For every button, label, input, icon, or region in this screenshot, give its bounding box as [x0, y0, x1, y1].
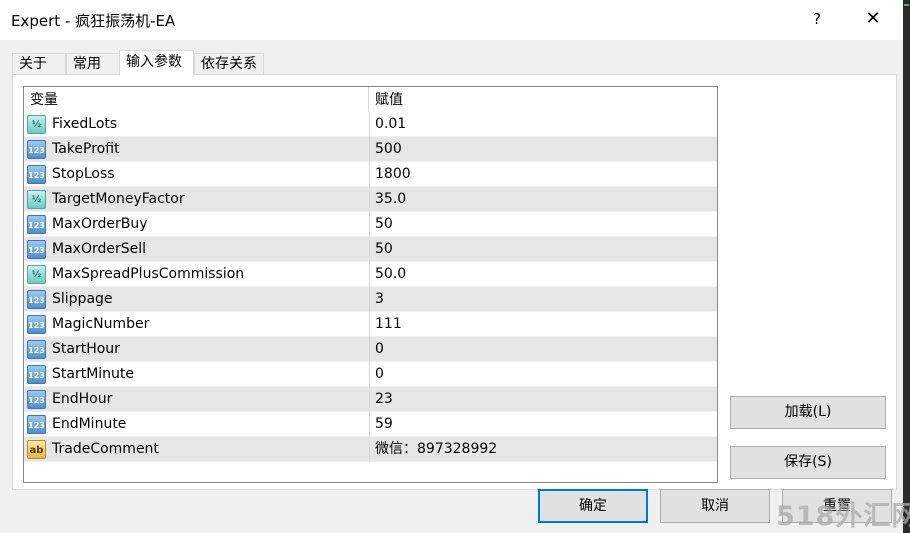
- variable-name: MagicNumber: [52, 316, 150, 332]
- integer-type-icon: 123: [27, 315, 46, 334]
- integer-type-icon: 123: [27, 390, 46, 409]
- integer-type-icon: 123: [27, 290, 46, 309]
- table-row[interactable]: 123 StartMinute 0: [24, 362, 717, 387]
- table-row[interactable]: ½ TargetMoneyFactor 35.0: [24, 187, 717, 212]
- variable-name: TakeProfit: [52, 141, 120, 157]
- load-button[interactable]: 加载(L): [730, 396, 886, 429]
- variable-value[interactable]: 0: [375, 337, 715, 362]
- table-row[interactable]: 123 StopLoss 1800: [24, 162, 717, 187]
- variable-name: FixedLots: [52, 116, 118, 132]
- column-divider: [369, 212, 370, 237]
- integer-type-icon: 123: [27, 215, 46, 234]
- variable-value[interactable]: 500: [375, 137, 715, 162]
- table-row[interactable]: ab TradeComment 微信：897328992: [24, 437, 717, 462]
- tab-about[interactable]: 关于: [12, 53, 66, 75]
- integer-type-icon: 123: [27, 240, 46, 259]
- double-type-icon: ½: [27, 115, 46, 134]
- column-divider: [369, 362, 370, 387]
- column-divider: [369, 387, 370, 412]
- column-divider: [369, 287, 370, 312]
- variable-value[interactable]: 1800: [375, 162, 715, 187]
- variable-name: MaxOrderBuy: [52, 216, 148, 232]
- window-title: Expert - 疯狂振荡机-EA: [11, 12, 176, 30]
- table-row[interactable]: ½ MaxSpreadPlusCommission 50.0: [24, 262, 717, 287]
- variable-value[interactable]: 111: [375, 312, 715, 337]
- variable-value[interactable]: 35.0: [375, 187, 715, 212]
- integer-type-icon: 123: [27, 340, 46, 359]
- table-row[interactable]: 123 MagicNumber 111: [24, 312, 717, 337]
- column-divider: [369, 162, 370, 187]
- table-row[interactable]: 123 MaxOrderSell 50: [24, 237, 717, 262]
- table-row[interactable]: 123 TakeProfit 500: [24, 137, 717, 162]
- variable-name: StartHour: [52, 341, 120, 357]
- save-button[interactable]: 保存(S): [730, 446, 886, 479]
- cancel-button[interactable]: 取消: [660, 489, 770, 523]
- variable-name: Slippage: [52, 291, 113, 307]
- variable-value[interactable]: 0: [375, 362, 715, 387]
- table-row[interactable]: 123 Slippage 3: [24, 287, 717, 312]
- watermark-logo: 518外汇网: [776, 501, 910, 532]
- variable-value[interactable]: 微信：897328992: [375, 437, 715, 462]
- background-window-edge: [903, 0, 910, 533]
- table-row[interactable]: 123 EndHour 23: [24, 387, 717, 412]
- variable-name: TradeComment: [52, 441, 159, 457]
- table-row[interactable]: 123 EndMinute 59: [24, 412, 717, 437]
- integer-type-icon: 123: [27, 415, 46, 434]
- title-bar: Expert - 疯狂振荡机-EA ? ✕: [0, 0, 910, 40]
- variable-value[interactable]: 50: [375, 237, 715, 262]
- parameters-table: 变量 赋值 ½ FixedLots 0.01 123 TakeProfit 500 123 S…: [23, 86, 718, 483]
- variable-value[interactable]: 59: [375, 412, 715, 437]
- string-type-icon: ab: [27, 440, 46, 459]
- table-row[interactable]: ½ FixedLots 0.01: [24, 112, 717, 137]
- variable-name: EndMinute: [52, 416, 127, 432]
- variable-value[interactable]: 50: [375, 212, 715, 237]
- variable-name: TargetMoneyFactor: [52, 191, 185, 207]
- integer-type-icon: 123: [27, 140, 46, 159]
- column-divider: [369, 412, 370, 437]
- header-variable[interactable]: 变量: [24, 87, 369, 112]
- tab-dependencies[interactable]: 依存关系: [194, 53, 264, 75]
- column-divider: [369, 112, 370, 137]
- tab-common[interactable]: 常用: [66, 53, 120, 75]
- column-divider: [369, 337, 370, 362]
- variable-value[interactable]: 0.01: [375, 112, 715, 137]
- column-divider: [369, 437, 370, 462]
- background-window-mark: [904, 4, 909, 6]
- table-row[interactable]: 123 StartHour 0: [24, 337, 717, 362]
- column-divider: [369, 187, 370, 212]
- tab-inputs[interactable]: 输入参数: [119, 50, 194, 76]
- double-type-icon: ½: [27, 190, 46, 209]
- header-value[interactable]: 赋值: [369, 87, 717, 112]
- column-divider: [369, 262, 370, 287]
- variable-name: MaxOrderSell: [52, 241, 147, 257]
- column-divider: [369, 237, 370, 262]
- integer-type-icon: 123: [27, 165, 46, 184]
- integer-type-icon: 123: [27, 365, 46, 384]
- variable-name: StopLoss: [52, 166, 115, 182]
- variable-name: EndHour: [52, 391, 113, 407]
- variable-value[interactable]: 3: [375, 287, 715, 312]
- close-icon[interactable]: ✕: [860, 6, 886, 32]
- variable-name: MaxSpreadPlusCommission: [52, 266, 245, 282]
- column-divider: [369, 137, 370, 162]
- variable-value[interactable]: 23: [375, 387, 715, 412]
- help-button[interactable]: ?: [806, 8, 828, 30]
- variable-name: StartMinute: [52, 366, 135, 382]
- table-row[interactable]: 123 MaxOrderBuy 50: [24, 212, 717, 237]
- ok-button[interactable]: 确定: [538, 489, 648, 523]
- table-header: 变量 赋值: [24, 87, 717, 112]
- variable-value[interactable]: 50.0: [375, 262, 715, 287]
- double-type-icon: ½: [27, 265, 46, 284]
- column-divider: [369, 312, 370, 337]
